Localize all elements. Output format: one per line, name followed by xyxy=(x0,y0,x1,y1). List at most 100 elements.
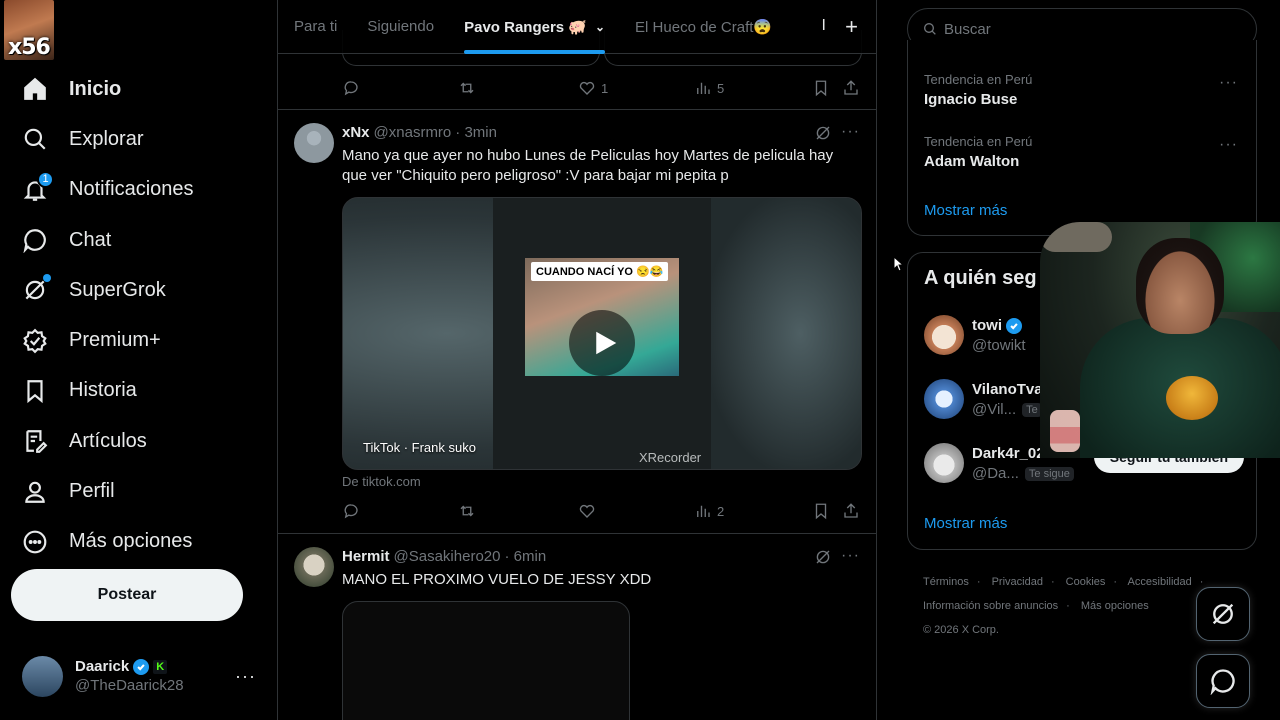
views-button[interactable]: 2 xyxy=(694,502,724,520)
heart-icon xyxy=(579,504,595,518)
search-input[interactable] xyxy=(944,20,1244,38)
heart-icon xyxy=(579,81,595,95)
views-button[interactable]: 5 xyxy=(694,79,724,97)
footer-link-mas-opciones[interactable]: Más opciones xyxy=(1081,600,1149,612)
trend-item[interactable]: Tendencia en Perú Adam Walton xyxy=(924,134,1032,170)
timeline: 1 5 xNx @xnasrmro · 3min ··· Mano ya que… xyxy=(277,0,877,720)
tweet[interactable]: Hermit @Sasakihero20 · 6min ··· MANO EL … xyxy=(278,534,876,720)
trend-title: Adam Walton xyxy=(924,153,1020,170)
nav-item-premium[interactable]: Premium+ xyxy=(22,315,194,365)
nav-label: Chat xyxy=(69,228,112,251)
tweet-timestamp[interactable]: · 3min xyxy=(455,124,497,141)
footer-link-cookies[interactable]: Cookies xyxy=(1066,576,1106,588)
overlay-badge-text: x56 xyxy=(8,35,51,60)
copyright: © 2026 X Corp. xyxy=(923,624,999,636)
tweet-author-name[interactable]: Hermit xyxy=(342,548,390,565)
more-icon[interactable]: ··· xyxy=(235,666,256,687)
tweet-timestamp[interactable]: · 6min xyxy=(504,548,546,565)
more-icon[interactable]: ··· xyxy=(841,547,860,565)
reply-icon xyxy=(344,504,358,519)
nav-item-inicio[interactable]: Inicio xyxy=(22,64,194,114)
streamer-head xyxy=(1136,238,1224,334)
views-icon xyxy=(697,82,710,94)
messages-button[interactable] xyxy=(1196,654,1250,708)
more-circle-icon xyxy=(22,529,48,555)
trend-item[interactable]: Tendencia en Perú Ignacio Buse xyxy=(924,72,1032,108)
nav-label: Notificaciones xyxy=(69,178,194,201)
nav-item-articulos[interactable]: Artículos xyxy=(22,416,194,466)
tab-overflow[interactable]: I xyxy=(822,17,826,35)
nav-item-historia[interactable]: Historia xyxy=(22,366,194,416)
repost-button[interactable] xyxy=(458,502,481,520)
video-watermark: XRecorder xyxy=(639,450,702,465)
nav-item-explorar[interactable]: Explorar xyxy=(22,114,194,164)
tweet[interactable]: xNx @xnasrmro · 3min ··· Mano ya que aye… xyxy=(278,110,876,534)
nav-item-perfil[interactable]: Perfil xyxy=(22,466,194,516)
post-button[interactable]: Postear xyxy=(11,569,243,621)
footer-link-accesibilidad[interactable]: Accesibilidad xyxy=(1128,576,1192,588)
follows-you-badge: Te sigue xyxy=(1024,466,1074,481)
grok-icon[interactable] xyxy=(814,548,832,566)
bookmark-button[interactable] xyxy=(812,79,835,97)
avatar[interactable] xyxy=(294,547,334,587)
like-button[interactable]: 1 xyxy=(578,79,608,97)
share-button[interactable] xyxy=(842,502,865,520)
timeline-tabs: Para ti Siguiendo Pavo Rangers 🐖 ⌄ El Hue… xyxy=(278,0,876,54)
tab-para-ti[interactable]: Para ti xyxy=(294,0,337,54)
footer-link-privacidad[interactable]: Privacidad xyxy=(992,576,1043,588)
show-more-link[interactable]: Mostrar más xyxy=(924,515,1007,532)
follows-you-badge: Te xyxy=(1022,402,1042,417)
avatar[interactable] xyxy=(294,123,334,163)
chat-icon xyxy=(1210,669,1235,695)
views-count: 5 xyxy=(717,80,725,96)
kick-icon: K xyxy=(153,659,168,674)
grok-icon[interactable] xyxy=(814,124,832,142)
repost-icon xyxy=(460,82,474,94)
footer-link-terminos[interactable]: Términos xyxy=(923,576,969,588)
tweet-author-handle[interactable]: @Sasakihero20 xyxy=(394,548,501,565)
link-source[interactable]: De tiktok.com xyxy=(342,474,421,489)
play-icon xyxy=(596,331,617,355)
repost-icon xyxy=(460,505,474,517)
repost-button[interactable] xyxy=(458,79,481,97)
nav-label: Explorar xyxy=(69,127,144,150)
tab-el-hueco-de-craft[interactable]: El Hueco de Craft😨 xyxy=(635,0,772,54)
tweet-video[interactable]: CUANDO NACÍ YO 😒😂 TikTok · Frank suko XR… xyxy=(342,197,862,470)
more-icon[interactable]: ··· xyxy=(841,123,860,141)
nav-label: Más opciones xyxy=(69,530,193,553)
nav-label: Inicio xyxy=(69,77,122,100)
grok-icon xyxy=(1212,603,1234,625)
grok-button[interactable] xyxy=(1196,587,1250,641)
reply-button[interactable] xyxy=(342,79,365,97)
reply-icon xyxy=(344,81,358,96)
play-button[interactable] xyxy=(569,310,635,376)
video-source: TikTok · Frank suko xyxy=(363,440,476,455)
tweet-text: Mano ya que ayer no hubo Lunes de Pelicu… xyxy=(342,147,834,184)
tab-pavo-rangers[interactable]: Pavo Rangers 🐖 ⌄ xyxy=(464,0,605,54)
avatar xyxy=(924,315,964,355)
mouse-cursor-icon xyxy=(893,256,903,272)
footer-link-anuncios[interactable]: Información sobre anuncios xyxy=(923,600,1058,612)
add-tab-button[interactable]: + xyxy=(845,14,858,40)
tab-siguiendo[interactable]: Siguiendo xyxy=(367,0,434,54)
nav-item-supergrok[interactable]: SuperGrok xyxy=(22,265,194,315)
account-switcher[interactable]: Daarick K @TheDaarick28 ··· xyxy=(22,652,262,700)
share-button[interactable] xyxy=(842,79,865,97)
tweet-image[interactable] xyxy=(342,601,630,720)
nav-item-mas-opciones[interactable]: Más opciones xyxy=(22,517,194,567)
chevron-down-icon[interactable]: ⌄ xyxy=(595,20,605,34)
reply-button[interactable] xyxy=(342,502,365,520)
account-handle: @TheDaarick28 xyxy=(75,677,184,694)
show-more-link[interactable]: Mostrar más xyxy=(924,202,1007,219)
avatar xyxy=(924,379,964,419)
account-name: Daarick xyxy=(75,658,130,675)
tweet-author-name[interactable]: xNx xyxy=(342,124,370,141)
nav-item-chat[interactable]: Chat xyxy=(22,215,194,265)
nav-item-notificaciones[interactable]: 1 Notificaciones xyxy=(22,165,194,215)
more-icon[interactable]: ··· xyxy=(1219,74,1238,92)
more-icon[interactable]: ··· xyxy=(1219,136,1238,154)
like-button[interactable] xyxy=(578,502,601,520)
tweet-author-handle[interactable]: @xnasrmro xyxy=(374,124,452,141)
bookmark-icon xyxy=(815,80,827,97)
bookmark-button[interactable] xyxy=(812,502,835,520)
